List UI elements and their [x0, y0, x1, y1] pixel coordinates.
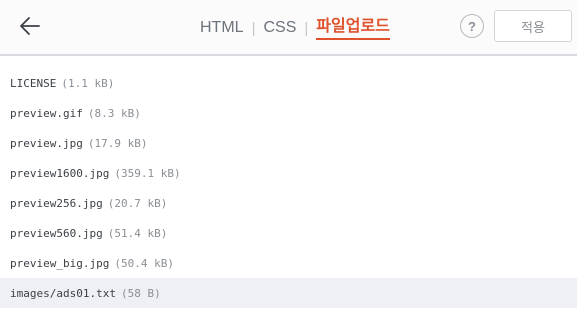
file-name: preview_big.jpg [10, 256, 110, 270]
help-icon[interactable]: ? [460, 14, 484, 38]
file-row[interactable]: preview_big.jpg (50.4 kB) [0, 248, 577, 278]
file-row[interactable]: preview256.jpg (20.7 kB) [0, 188, 577, 218]
file-row[interactable]: preview560.jpg (51.4 kB) [0, 218, 577, 248]
tab-css[interactable]: CSS [263, 18, 296, 38]
file-name: LICENSE [10, 76, 57, 90]
file-name: preview560.jpg [10, 226, 103, 240]
editor-tabs: HTML | CSS | 파일업로드 [200, 16, 390, 40]
file-size: (20.7 kB) [107, 196, 168, 210]
file-size: (8.3 kB) [87, 106, 141, 120]
file-size: (51.4 kB) [107, 226, 168, 240]
file-row[interactable]: LICENSE (1.1 kB) [0, 68, 577, 98]
top-bar: HTML | CSS | 파일업로드 ? 적용 [0, 0, 577, 56]
tab-divider: | [251, 19, 256, 37]
file-row-selected[interactable]: images/ads01.txt (58 B) [0, 278, 577, 308]
file-name: preview.jpg [10, 136, 83, 150]
tab-divider: | [304, 19, 309, 37]
file-row[interactable]: preview.jpg (17.9 kB) [0, 128, 577, 158]
tab-file-upload[interactable]: 파일업로드 [316, 17, 390, 40]
back-arrow-icon[interactable] [18, 14, 42, 38]
file-name: preview.gif [10, 106, 83, 120]
file-row[interactable]: preview.gif (8.3 kB) [0, 98, 577, 128]
file-row[interactable]: preview1600.jpg (359.1 kB) [0, 158, 577, 188]
file-name: preview256.jpg [10, 196, 103, 210]
file-size: (17.9 kB) [87, 136, 148, 150]
file-size: (359.1 kB) [114, 166, 181, 180]
file-size: (58 B) [120, 286, 161, 300]
tab-html[interactable]: HTML [200, 18, 244, 38]
file-size: (1.1 kB) [61, 76, 115, 90]
file-size: (50.4 kB) [114, 256, 174, 270]
file-name: images/ads01.txt [10, 286, 116, 300]
file-list: LICENSE (1.1 kB) preview.gif (8.3 kB) pr… [0, 68, 577, 308]
file-name: preview1600.jpg [10, 166, 110, 180]
apply-button[interactable]: 적용 [494, 10, 572, 42]
